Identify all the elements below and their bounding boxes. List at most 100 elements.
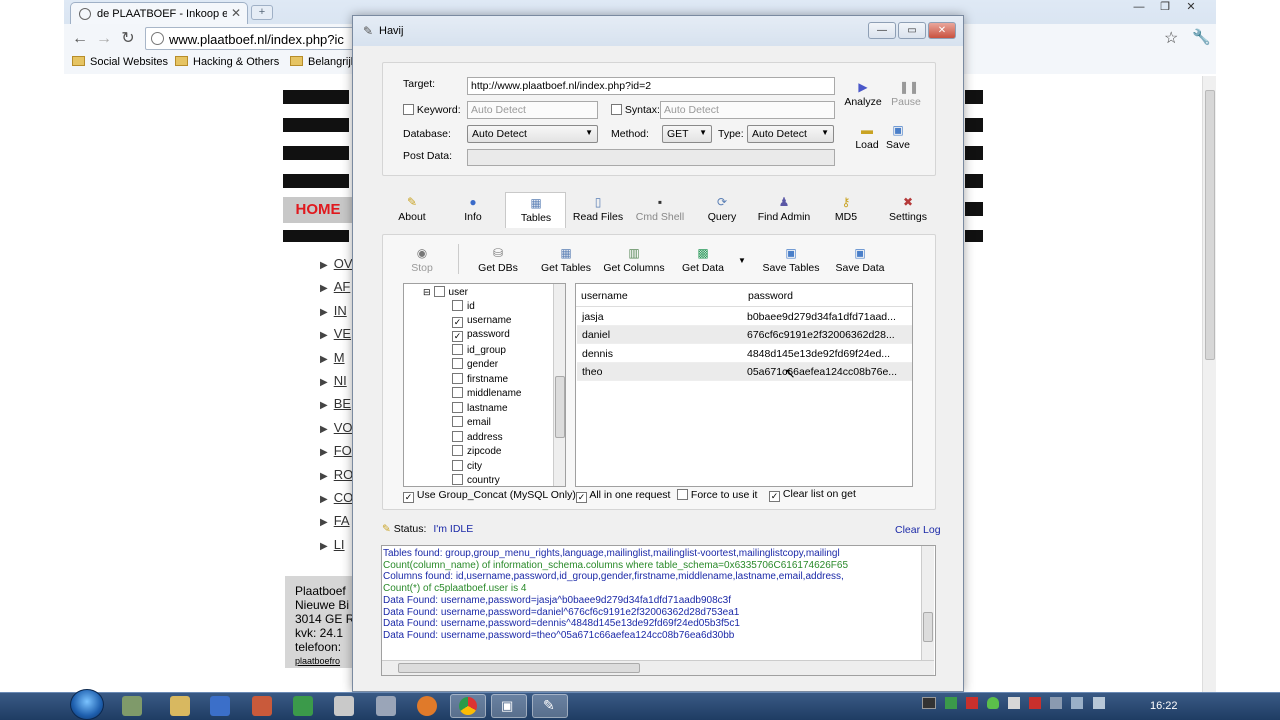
- column-checkbox[interactable]: ✓: [452, 316, 463, 328]
- tray-m-icon[interactable]: [966, 697, 979, 709]
- group-concat-checkbox[interactable]: ✓: [403, 492, 414, 503]
- taskbar-clock[interactable]: 16:22: [1150, 700, 1178, 712]
- column-checkbox[interactable]: [452, 459, 463, 471]
- schema-tree[interactable]: ⊟ user id ✓ username ✓ password id_groupgender…: [403, 283, 566, 487]
- all-in-one-checkbox[interactable]: ✓: [576, 492, 587, 503]
- tray-green-icon[interactable]: [945, 697, 958, 709]
- back-icon[interactable]: ←: [70, 29, 90, 49]
- log-vscrollbar[interactable]: [921, 546, 934, 660]
- get-tables-button[interactable]: ▦ Get Tables: [538, 246, 594, 274]
- method-select[interactable]: GET ▼: [662, 125, 712, 143]
- tree-table-user[interactable]: ⊟ user: [423, 286, 468, 298]
- column-checkbox[interactable]: [452, 387, 463, 398]
- tray-x-icon[interactable]: [1029, 697, 1042, 709]
- reload-icon[interactable]: ↻: [118, 29, 138, 49]
- tab-info[interactable]: ● Info: [456, 195, 490, 223]
- minimize-button[interactable]: —: [868, 22, 896, 39]
- address-bar[interactable]: www.plaatboef.nl/index.php?ic: [145, 27, 365, 50]
- minimize-icon[interactable]: —: [1126, 1, 1152, 17]
- table-row[interactable]: daniel 676cf6c9191e2f32006362d28...: [577, 326, 912, 345]
- tree-column-item[interactable]: gender: [452, 358, 498, 370]
- explorer-icon[interactable]: [170, 696, 190, 716]
- pause-button[interactable]: ❚❚ Pause: [890, 80, 922, 108]
- maximize-button[interactable]: ▭: [898, 22, 926, 39]
- tray-cmd-icon[interactable]: [922, 697, 936, 709]
- column-checkbox[interactable]: ✓: [452, 331, 463, 342]
- keyword-input[interactable]: Auto Detect: [467, 101, 598, 119]
- analyze-button[interactable]: ▶ Analyze: [844, 80, 882, 108]
- havij-app-taskbar-button[interactable]: ✎: [532, 694, 568, 718]
- table-row[interactable]: dennis 4848d145e13de92fd69f24ed...: [577, 345, 912, 363]
- page-scrollbar[interactable]: [1202, 76, 1216, 692]
- database-select[interactable]: Auto Detect ▼: [467, 125, 598, 143]
- tree-column-item[interactable]: id_group: [452, 343, 506, 356]
- log-hscroll-thumb[interactable]: [398, 663, 640, 673]
- bookmark-hacking[interactable]: Hacking & Others: [175, 56, 279, 68]
- syntax-input[interactable]: Auto Detect: [660, 101, 835, 119]
- get-columns-button[interactable]: ▥ Get Columns: [602, 246, 666, 274]
- column-checkbox[interactable]: [452, 300, 463, 311]
- close-icon[interactable]: ✕: [1178, 0, 1204, 16]
- log-output[interactable]: Tables found: group,group_menu_rights,la…: [381, 545, 936, 676]
- tab-about[interactable]: ✎ About: [392, 195, 432, 223]
- restore-icon[interactable]: ❐: [1152, 0, 1178, 16]
- syntax-checkbox[interactable]: [611, 104, 622, 115]
- keyword-option[interactable]: Keyword:: [403, 104, 461, 116]
- get-data-button[interactable]: ▩ Get Data: [680, 246, 726, 274]
- tab-cmd-shell[interactable]: ▪ Cmd Shell: [632, 195, 688, 223]
- stop-button[interactable]: ◉ Stop: [406, 246, 438, 274]
- clear-list-checkbox[interactable]: ✓: [769, 491, 780, 502]
- tree-column-item[interactable]: ✓ password: [452, 329, 510, 342]
- browser-tab[interactable]: de PLAATBOEF - Inkoop en ✕: [70, 2, 248, 24]
- excel-icon[interactable]: [293, 696, 313, 716]
- force-checkbox[interactable]: [677, 489, 688, 500]
- keyword-checkbox[interactable]: [403, 104, 414, 115]
- chrome-taskbar-button[interactable]: [450, 694, 486, 718]
- load-button[interactable]: ▬ Load: [853, 123, 881, 151]
- log-hscrollbar[interactable]: [382, 660, 934, 675]
- tray-monitor-icon[interactable]: [1071, 697, 1084, 709]
- column-checkbox[interactable]: [452, 445, 463, 456]
- tray-device-icon[interactable]: [1008, 697, 1021, 709]
- column-checkbox[interactable]: [452, 474, 463, 485]
- save-data-button[interactable]: ▣ Save Data: [834, 246, 886, 274]
- tab-read-files[interactable]: ▯ Read Files: [572, 195, 624, 223]
- tray-shield-icon[interactable]: [987, 697, 1000, 709]
- tree-column-item[interactable]: id: [452, 300, 475, 312]
- new-tab-button[interactable]: +: [251, 5, 273, 20]
- tree-scroll-thumb[interactable]: [555, 376, 565, 438]
- data-grid[interactable]: username password jasja b0baee9d279d34fa1…: [575, 283, 913, 487]
- tab-settings[interactable]: ✖ Settings: [886, 195, 930, 223]
- tray-network-icon[interactable]: [1050, 697, 1063, 709]
- tree-column-item[interactable]: ✓ username: [452, 315, 511, 328]
- bookmark-star-icon[interactable]: ☆: [1164, 28, 1178, 48]
- tree-column-item[interactable]: middlename: [452, 387, 521, 399]
- table-row[interactable]: theo 05a671c66aefea124cc08b76e...: [577, 362, 912, 381]
- get-dbs-button[interactable]: ⛁ Get DBs: [476, 246, 520, 274]
- taskbar-app-icon[interactable]: [122, 696, 142, 716]
- tree-column-item[interactable]: lastname: [452, 401, 508, 414]
- network-tool-icon[interactable]: [376, 696, 396, 716]
- tab-tables[interactable]: ▦ Tables: [517, 196, 555, 224]
- tree-column-item[interactable]: firstname: [452, 372, 508, 385]
- column-checkbox[interactable]: [452, 401, 463, 413]
- tree-scrollbar[interactable]: [553, 284, 565, 486]
- syntax-option[interactable]: Syntax:: [611, 104, 660, 116]
- tree-column-item[interactable]: country: [452, 474, 500, 486]
- tab-md5[interactable]: ⚷ MD5: [832, 195, 860, 223]
- save-button[interactable]: ▣ Save: [884, 123, 912, 151]
- grid-header-password[interactable]: password: [748, 290, 793, 302]
- tree-column-item[interactable]: city: [452, 459, 482, 472]
- column-checkbox[interactable]: [452, 358, 463, 369]
- force-option[interactable]: Force to use it: [677, 489, 757, 501]
- word-icon[interactable]: [210, 696, 230, 716]
- column-checkbox[interactable]: [452, 343, 463, 355]
- table-row[interactable]: jasja b0baee9d279d34fa1dfd71aad...: [577, 308, 912, 326]
- volume-icon[interactable]: [1092, 697, 1105, 709]
- address-line[interactable]: plaatboefro: [295, 654, 355, 668]
- wrench-icon[interactable]: 🔧: [1192, 28, 1211, 46]
- target-input[interactable]: http://www.plaatboef.nl/index.php?id=2: [467, 77, 835, 95]
- home-link[interactable]: HOME: [283, 197, 353, 223]
- grid-header-username[interactable]: username: [581, 290, 628, 302]
- page-scroll-thumb[interactable]: [1205, 90, 1215, 360]
